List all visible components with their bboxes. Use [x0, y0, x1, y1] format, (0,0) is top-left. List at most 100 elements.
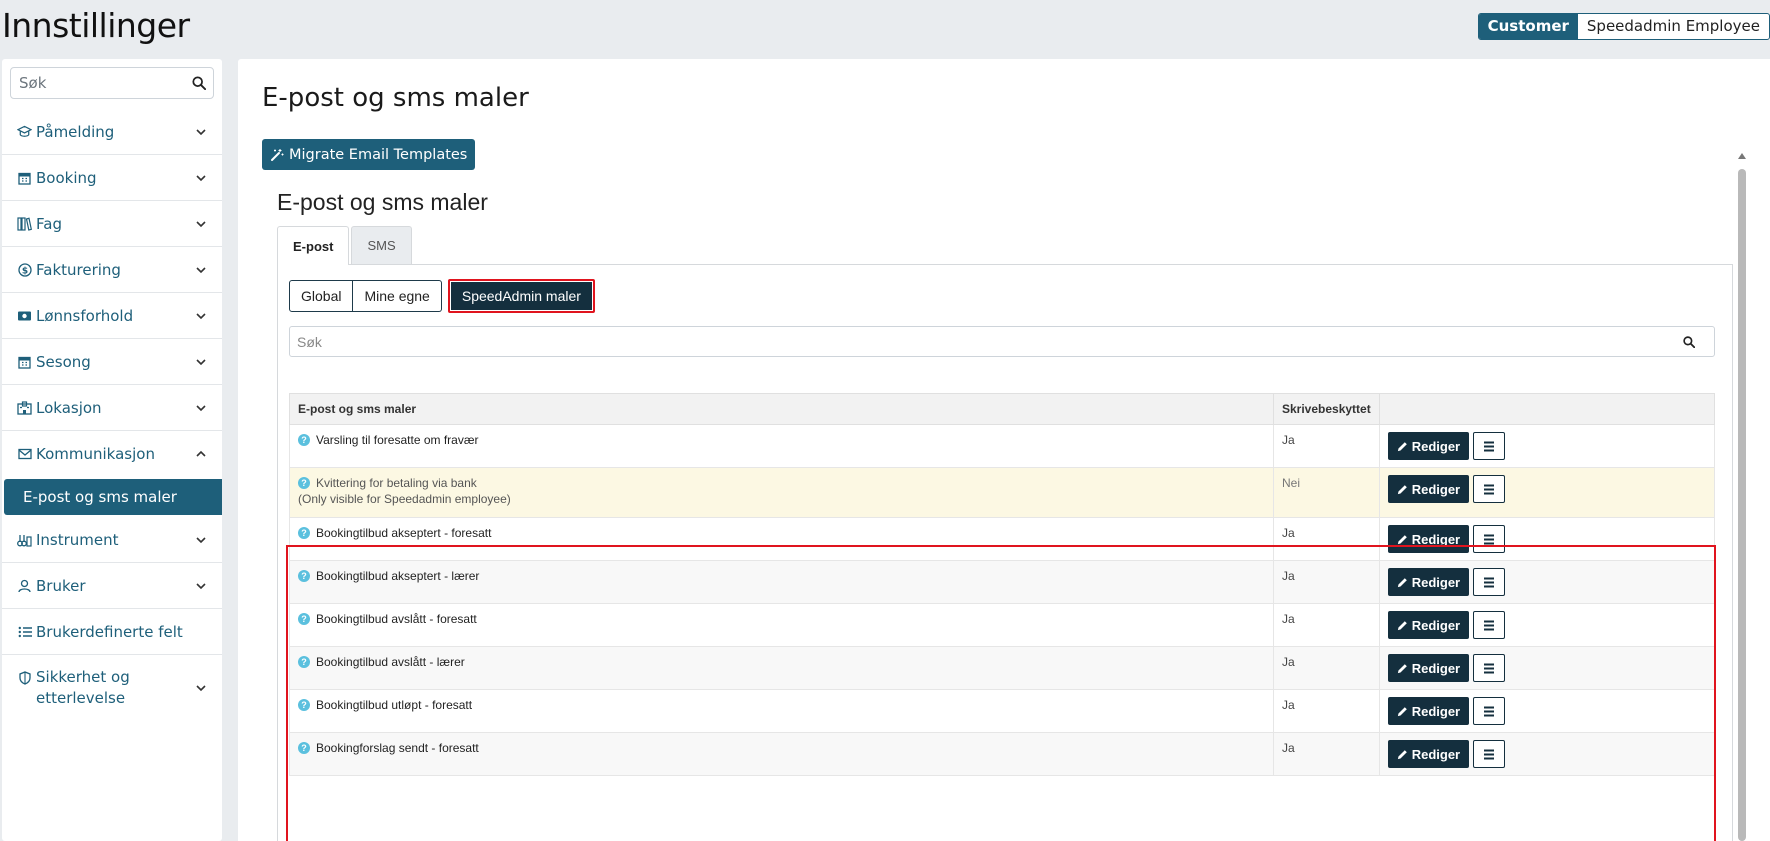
pencil-icon — [1397, 577, 1407, 587]
table-row: ? Bookingtilbud akseptert - lærer Ja Redi… — [289, 560, 1716, 604]
sidebar-item-label: Booking — [36, 168, 97, 187]
question-circle-icon[interactable]: ? — [298, 656, 310, 668]
edit-button[interactable]: Rediger — [1387, 697, 1470, 725]
money-bill-icon — [17, 308, 32, 323]
template-name: Bookingtilbud akseptert - lærer — [316, 569, 480, 583]
template-name: Bookingforslag sendt - foresatt — [316, 741, 479, 755]
sidebar-subitem-email-sms-templates[interactable]: E-post og sms maler — [4, 479, 222, 515]
sidebar: Påmelding Booking Fag $ Fakturering Lønns… — [2, 59, 222, 841]
edit-label: Rediger — [1411, 617, 1461, 633]
chevron-down-icon — [196, 685, 206, 692]
edit-label: Rediger — [1411, 746, 1461, 762]
menu-button[interactable] — [1473, 654, 1506, 682]
template-name: Kvittering for betaling via bank — [316, 476, 477, 490]
template-note: (Only visible for Speedadmin employee) — [298, 492, 511, 506]
edit-button[interactable]: Rediger — [1387, 611, 1470, 639]
employee-toggle-button[interactable]: Speedadmin Employee — [1578, 14, 1769, 39]
menu-button[interactable] — [1473, 525, 1506, 553]
migrate-email-templates-button[interactable]: Migrate Email Templates — [262, 139, 476, 170]
edit-label: Rediger — [1411, 438, 1461, 454]
search-icon[interactable] — [185, 76, 213, 90]
instrument-icon — [17, 532, 32, 547]
column-header-name: E-post og sms maler — [289, 393, 1274, 425]
edit-label: Rediger — [1411, 660, 1461, 676]
readonly-value: Ja — [1273, 689, 1380, 733]
menu-button[interactable] — [1473, 432, 1506, 460]
menu-button[interactable] — [1473, 697, 1506, 725]
sidebar-search-input[interactable] — [11, 74, 185, 92]
sidebar-item-instrument[interactable]: Instrument — [2, 517, 222, 563]
pencil-icon — [1397, 620, 1407, 630]
scroll-thumb[interactable] — [1738, 169, 1746, 841]
question-circle-icon[interactable]: ? — [298, 570, 310, 582]
sidebar-item-bruker[interactable]: Bruker — [2, 563, 222, 609]
edit-label: Rediger — [1411, 531, 1461, 547]
sidebar-item-booking[interactable]: Booking — [2, 155, 222, 201]
sidebar-item-kommunikasjon[interactable]: Kommunikasjon — [2, 431, 222, 477]
menu-button[interactable] — [1473, 475, 1506, 503]
shield-icon — [17, 670, 32, 685]
edit-button[interactable]: Rediger — [1387, 525, 1470, 553]
chevron-down-icon — [196, 404, 206, 411]
customer-toggle-button[interactable]: Customer — [1478, 14, 1578, 39]
sidebar-item-label: Sikkerhet og etterlevelse — [36, 668, 130, 707]
templates-table: E-post og sms maler Skrivebeskyttet ? Var… — [289, 393, 1716, 776]
scroll-up-arrow[interactable] — [1738, 153, 1746, 159]
tab-email[interactable]: E-post — [277, 226, 350, 265]
hamburger-menu-icon — [1484, 663, 1495, 673]
role-toggle: Customer Speedadmin Employee — [1477, 13, 1770, 40]
search-icon[interactable] — [1664, 335, 1714, 348]
filter-mine-button[interactable]: Mine egne — [353, 280, 442, 312]
edit-button[interactable]: Rediger — [1387, 432, 1470, 460]
table-row: ? Bookingtilbud avslått - foresatt Ja Red… — [289, 603, 1716, 647]
edit-button[interactable]: Rediger — [1387, 654, 1470, 682]
readonly-value: Ja — [1273, 646, 1380, 690]
question-circle-icon[interactable]: ? — [298, 613, 310, 625]
hamburger-menu-icon — [1484, 484, 1495, 494]
edit-button[interactable]: Rediger — [1387, 740, 1470, 768]
readonly-value: Ja — [1273, 517, 1380, 561]
sidebar-item-lokasjon[interactable]: Lokasjon — [2, 385, 222, 431]
sidebar-item-pamelding[interactable]: Påmelding — [2, 109, 222, 155]
sidebar-search — [10, 67, 214, 99]
edit-label: Rediger — [1411, 703, 1461, 719]
filter-global-button[interactable]: Global — [289, 280, 354, 312]
main-title: E-post og sms maler — [262, 83, 529, 113]
question-circle-icon[interactable]: ? — [298, 434, 310, 446]
column-header-readonly: Skrivebeskyttet — [1273, 393, 1380, 425]
readonly-value: Ja — [1273, 424, 1380, 468]
chevron-down-icon — [196, 536, 206, 543]
question-circle-icon[interactable]: ? — [298, 699, 310, 711]
sidebar-item-lonnsforhold[interactable]: Lønnsforhold — [2, 293, 222, 339]
filter-speedadmin-button[interactable]: SpeedAdmin maler — [447, 279, 595, 313]
readonly-value: Ja — [1273, 560, 1380, 604]
calendar-icon — [17, 354, 32, 369]
template-search — [289, 326, 1715, 357]
edit-button[interactable]: Rediger — [1387, 568, 1470, 596]
scrollbar[interactable] — [1738, 153, 1746, 841]
menu-button[interactable] — [1473, 611, 1506, 639]
sidebar-item-fag[interactable]: Fag — [2, 201, 222, 247]
question-circle-icon[interactable]: ? — [298, 477, 310, 489]
template-name: Bookingtilbud utløpt - foresatt — [316, 698, 473, 712]
main-content: E-post og sms maler Migrate Email Templa… — [238, 59, 1770, 841]
svg-text:$: $ — [21, 266, 27, 276]
hamburger-menu-icon — [1484, 749, 1495, 759]
template-search-input[interactable] — [290, 333, 1664, 350]
sidebar-item-sikkerhet[interactable]: Sikkerhet og etterlevelse — [2, 655, 222, 721]
user-icon — [17, 578, 32, 593]
hamburger-menu-icon — [1484, 706, 1495, 716]
question-circle-icon[interactable]: ? — [298, 742, 310, 754]
menu-button[interactable] — [1473, 568, 1506, 596]
table-row: ? Bookingtilbud avslått - lærer Ja Redige… — [289, 646, 1716, 690]
page-title: Innstillinger — [2, 6, 190, 45]
sidebar-item-brukerdefinerte-felt[interactable]: Brukerdefinerte felt — [2, 609, 222, 655]
table-row: ? Varsling til foresatte om fravær Ja Red… — [289, 424, 1716, 468]
menu-button[interactable] — [1473, 740, 1506, 768]
question-circle-icon[interactable]: ? — [298, 527, 310, 539]
sidebar-item-sesong[interactable]: Sesong — [2, 339, 222, 385]
sidebar-item-fakturering[interactable]: $ Fakturering — [2, 247, 222, 293]
edit-button[interactable]: Rediger — [1387, 475, 1470, 503]
tab-sms[interactable]: SMS — [351, 226, 412, 264]
template-name: Bookingtilbud akseptert - foresatt — [316, 526, 492, 540]
